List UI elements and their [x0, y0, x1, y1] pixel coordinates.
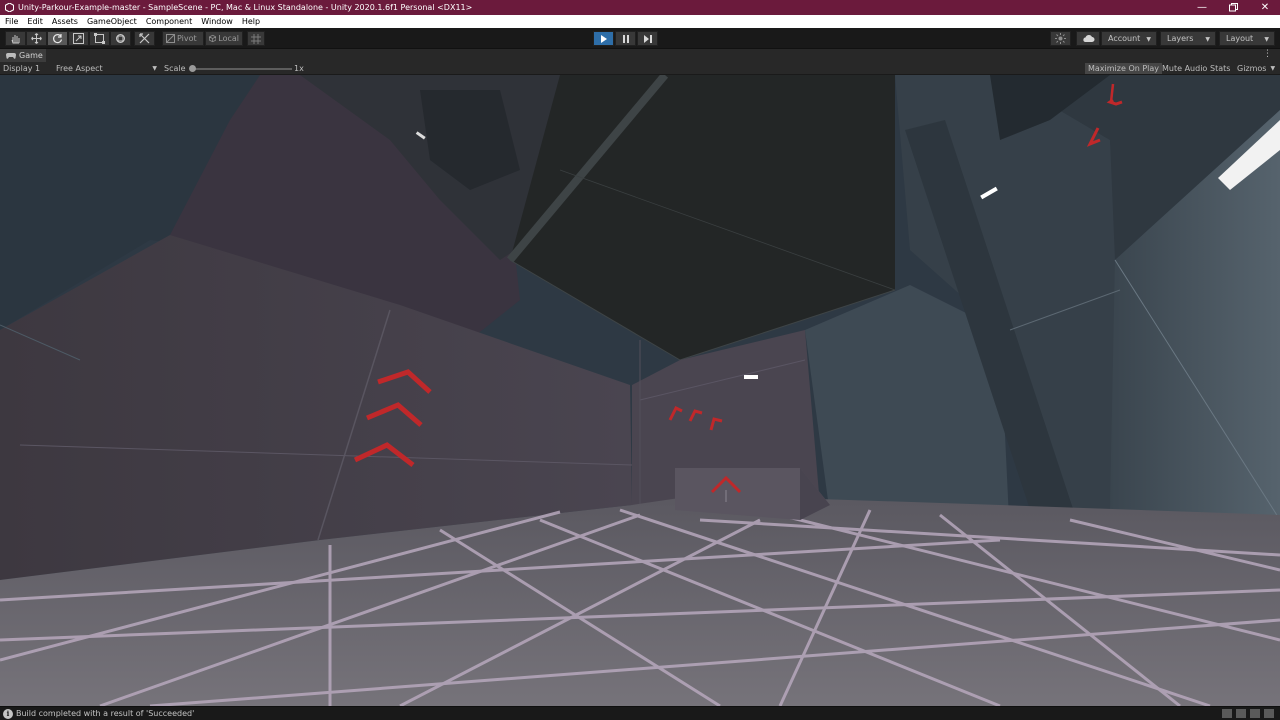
step-button[interactable] [637, 31, 658, 46]
play-icon [600, 34, 607, 43]
tab-bar: Game ⋮ [0, 49, 1280, 62]
aspect-dropdown[interactable]: Free Aspect ▼ [56, 63, 160, 74]
hand-tool-icon[interactable] [5, 31, 26, 46]
game-viewport[interactable] [0, 75, 1280, 706]
status-message[interactable]: Build completed with a result of 'Succee… [16, 709, 194, 718]
local-cube-icon [209, 34, 217, 43]
menu-gameobject[interactable]: GameObject [82, 17, 141, 26]
stats-toggle[interactable]: Stats [1207, 63, 1233, 74]
menu-bar: File Edit Assets GameObject Component Wi… [0, 15, 1280, 28]
layers-dropdown[interactable]: Layers ▼ [1160, 31, 1216, 46]
rect-tool-icon[interactable] [89, 31, 110, 46]
tab-game[interactable]: Game [0, 49, 46, 62]
scale-value: 1x [294, 64, 304, 73]
account-label: Account [1108, 34, 1141, 43]
step-icon [643, 34, 652, 43]
pause-icon [622, 34, 629, 43]
playmode-controls [593, 31, 658, 46]
close-icon[interactable]: ✕ [1250, 0, 1280, 15]
menu-edit[interactable]: Edit [22, 17, 47, 26]
display-label: Display 1 [3, 64, 41, 73]
collab-icon[interactable] [1050, 31, 1071, 46]
mute-audio-toggle[interactable]: Mute Audio [1159, 63, 1210, 74]
maximize-icon[interactable] [1218, 0, 1248, 15]
menu-assets[interactable]: Assets [47, 17, 82, 26]
cache-icon[interactable] [1250, 709, 1260, 718]
game-view-toolbar: Display 1 Free Aspect ▼ Scale 1x Maximiz… [0, 62, 1280, 75]
chevron-down-icon: ▼ [1146, 36, 1151, 43]
info-icon: i [3, 708, 13, 719]
pivot-icon [166, 34, 175, 43]
account-dropdown[interactable]: Account ▼ [1101, 31, 1157, 46]
menu-help[interactable]: Help [237, 17, 264, 26]
game-scene [0, 75, 1280, 706]
chevron-down-icon: ▼ [1264, 36, 1269, 43]
local-toggle[interactable]: Local [205, 31, 243, 46]
gizmos-dropdown[interactable]: Gizmos ▼ [1234, 63, 1278, 74]
maximize-on-play-toggle[interactable]: Maximize On Play [1085, 63, 1163, 74]
light-panel [744, 375, 758, 379]
tab-menu-icon[interactable]: ⋮ [1263, 49, 1272, 59]
scale-slider-track[interactable] [192, 68, 292, 70]
menu-window[interactable]: Window [196, 17, 237, 26]
custom-tool-icon[interactable] [134, 31, 155, 46]
scale-slider-thumb[interactable] [189, 65, 196, 72]
minimize-icon[interactable]: — [1187, 0, 1217, 15]
grid-snap-icon[interactable] [247, 31, 265, 46]
gamepad-icon [6, 53, 16, 59]
menu-file[interactable]: File [0, 17, 22, 26]
chevron-down-icon: ▼ [1205, 36, 1210, 43]
layers-label: Layers [1167, 34, 1194, 43]
pivot-toggle[interactable]: Pivot [162, 31, 204, 46]
gizmos-label: Gizmos [1237, 64, 1267, 73]
tab-game-label: Game [19, 51, 43, 60]
progress-icon [1236, 709, 1246, 718]
chevron-down-icon: ▼ [1270, 65, 1276, 72]
play-button[interactable] [593, 31, 614, 46]
debug-icon[interactable] [1264, 709, 1274, 718]
unity-logo-icon [4, 3, 14, 13]
transform-tool-icon[interactable] [110, 31, 131, 46]
layout-label: Layout [1226, 34, 1254, 43]
window-title: Unity-Parkour-Example-master - SampleSce… [18, 3, 473, 12]
main-toolbar: Pivot Local Account ▼ Layers ▼ Layout ▼ [0, 28, 1280, 49]
pause-button[interactable] [615, 31, 636, 46]
cloud-icon[interactable] [1076, 31, 1100, 46]
status-bar: i Build completed with a result of 'Succ… [0, 706, 1280, 720]
chevron-down-icon: ▼ [152, 65, 157, 72]
layout-dropdown[interactable]: Layout ▼ [1219, 31, 1275, 46]
local-label: Local [218, 34, 239, 43]
move-tool-icon[interactable] [26, 31, 47, 46]
rotate-tool-icon[interactable] [47, 31, 68, 46]
window-title-bar: Unity-Parkour-Example-master - SampleSce… [0, 0, 1280, 15]
scale-label: Scale [164, 64, 186, 73]
status-icons [1222, 709, 1274, 718]
display-dropdown[interactable]: Display 1 [3, 63, 53, 74]
aspect-label: Free Aspect [56, 64, 103, 73]
auto-generate-lighting-icon[interactable] [1222, 709, 1232, 718]
pivot-label: Pivot [177, 34, 197, 43]
menu-component[interactable]: Component [141, 17, 196, 26]
scale-tool-icon[interactable] [68, 31, 89, 46]
